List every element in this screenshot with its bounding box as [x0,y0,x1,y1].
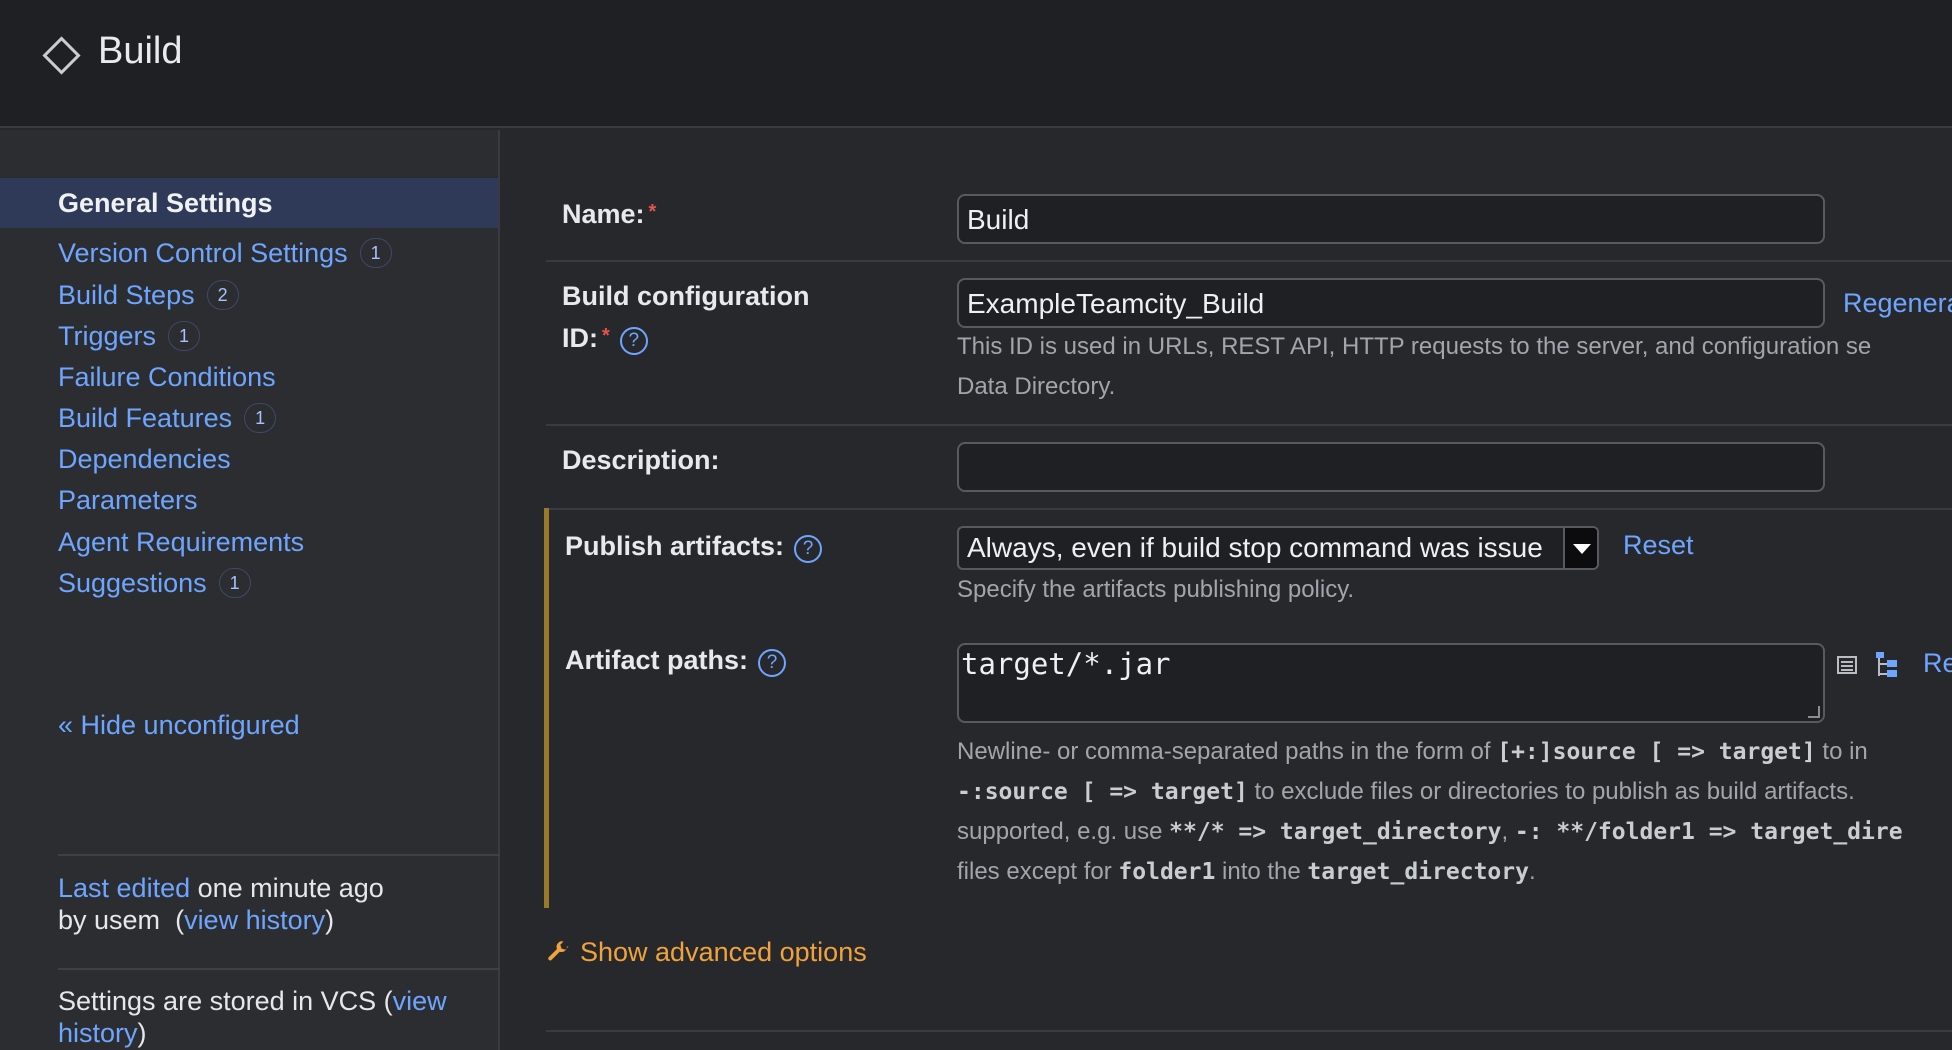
list-icon[interactable] [1836,654,1858,676]
diamond-icon [42,36,81,75]
paren: ) [137,1018,147,1048]
hint-text: to in [1815,738,1868,765]
general-settings-form: Name: * Build Build configuration ID: *? E… [502,130,1952,1050]
sidebar-item-label: Build Features [58,403,233,433]
sidebar-divider [58,968,500,970]
reset-paths-link[interactable]: Re [1923,648,1952,679]
build-config-id-label: Build configuration ID: *? [562,276,809,358]
id-label-line2: ID: [562,323,598,353]
hint-code: [+:]source [ => target] [1497,739,1816,765]
count-badge: 1 [168,321,201,351]
sidebar-item-label: Suggestions [58,568,207,598]
sidebar-item-label: Dependencies [58,444,231,474]
paths-hint-line2: -:source [ => target] to exclude files o… [957,772,1855,812]
required-mark: * [648,201,657,223]
count-badge: 2 [206,280,239,310]
last-edited-link[interactable]: Last edited [58,873,190,903]
name-label-text: Name: [562,199,645,229]
paths-hint-line1: Newline- or comma-separated paths in the… [957,732,1868,772]
help-icon[interactable]: ? [619,327,648,355]
count-badge: 1 [359,238,392,268]
last-edited-by: by usem [58,905,161,935]
hint-code: -: **/folder1 => target_dire [1514,819,1903,845]
paths-hint-line3: supported, e.g. use **/* => target_direc… [957,812,1903,852]
help-icon[interactable]: ? [794,535,823,563]
sidebar-item-suggestions[interactable]: Suggestions 1 [0,558,498,608]
modified-section-marker [544,508,549,908]
count-badge: 1 [218,568,251,598]
name-input[interactable]: Build [957,194,1825,244]
paths-label-text: Artifact paths: [565,645,749,675]
publish-artifacts-select[interactable]: Always, even if build stop command was i… [957,526,1599,570]
hint-text: supported, e.g. use [957,818,1170,845]
vcs-view-history-link[interactable]: view [393,986,447,1016]
resize-handle-icon[interactable] [1808,706,1820,718]
publish-selected-value: Always, even if build stop command was i… [967,532,1543,563]
hint-text: , [1501,818,1515,845]
paren: ) [325,905,335,935]
sidebar-divider [58,854,500,856]
hint-code: target_directory [1307,859,1529,885]
build-config-id-input[interactable]: ExampleTeamcity_Build [957,278,1825,328]
dropdown-arrow-icon[interactable] [1563,528,1597,568]
vcs-view-history-link[interactable]: history [58,1018,138,1048]
show-advanced-options-link[interactable]: Show advanced options [546,937,867,968]
sidebar-item-label: Failure Conditions [58,362,276,392]
count-badge: 1 [244,403,277,433]
row-divider [546,1030,1952,1032]
paren: ( [175,905,185,935]
publish-label-text: Publish artifacts: [565,531,785,561]
row-divider [546,260,1952,262]
hint-code: => target_directory [1224,819,1502,845]
sidebar-item-label: Parameters [58,485,198,515]
wrench-icon [548,941,569,961]
sidebar: General Settings Version Control Setting… [0,130,500,1050]
artifact-paths-label: Artifact paths:? [565,640,787,680]
help-icon[interactable]: ? [758,649,787,677]
id-label-line1: Build configuration [562,281,810,311]
sidebar-item-label: Build Steps [58,280,195,310]
header-bar: Build [0,0,1952,128]
regenerate-id-link[interactable]: Regenera [1843,288,1952,319]
view-history-link[interactable]: view history [184,905,325,935]
description-input[interactable] [957,442,1825,492]
hide-unconfigured-link[interactable]: « Hide unconfigured [58,710,300,741]
name-label: Name: * [562,192,656,234]
advanced-options-label: Show advanced options [580,937,867,967]
artifact-paths-value: target/*.jar [961,647,1171,681]
hint-text: files except for [957,858,1119,885]
hint-text: to exclude files or directories to publi… [1247,778,1855,805]
reset-publish-link[interactable]: Reset [1623,530,1694,561]
sidebar-item-label: Agent Requirements [58,527,305,557]
hint-code: -:source [ => target] [957,779,1248,805]
paths-hint-line4: files except for folder1 into the target… [957,852,1536,892]
sidebar-item-label: Triggers [58,321,157,351]
page-title: Build [98,30,183,72]
file-tree-icon[interactable] [1874,650,1900,680]
id-hint-line1: This ID is used in URLs, REST API, HTTP … [957,333,1872,360]
last-edited-time: one minute ago [197,873,384,903]
sidebar-item-label: Version Control Settings [58,238,348,268]
hint-text: Newline- or comma-separated paths in the… [957,738,1498,765]
sidebar-item-general-settings[interactable]: General Settings [0,178,498,228]
row-divider [546,424,1952,426]
hint-code: folder1 [1118,859,1216,885]
id-hint-line2: Data Directory. [957,373,1116,400]
sidebar-item-label: General Settings [58,188,273,218]
publish-hint: Specify the artifacts publishing policy. [957,576,1355,603]
vcs-storage-text: Settings are stored in VCS ( [58,986,393,1016]
description-label: Description: [562,445,720,475]
required-mark: * [602,325,610,347]
hint-text: into the [1215,858,1308,885]
row-divider [546,508,1952,510]
vcs-storage-info: Settings are stored in VCS (view history… [58,985,447,1049]
hint-code: **/* [1169,819,1225,845]
hint-text: . [1528,858,1536,885]
publish-artifacts-label: Publish artifacts:? [565,526,823,566]
last-edited-info: Last edited one minute ago by usem (view… [58,872,384,936]
artifact-paths-textarea[interactable]: target/*.jar [957,643,1825,723]
